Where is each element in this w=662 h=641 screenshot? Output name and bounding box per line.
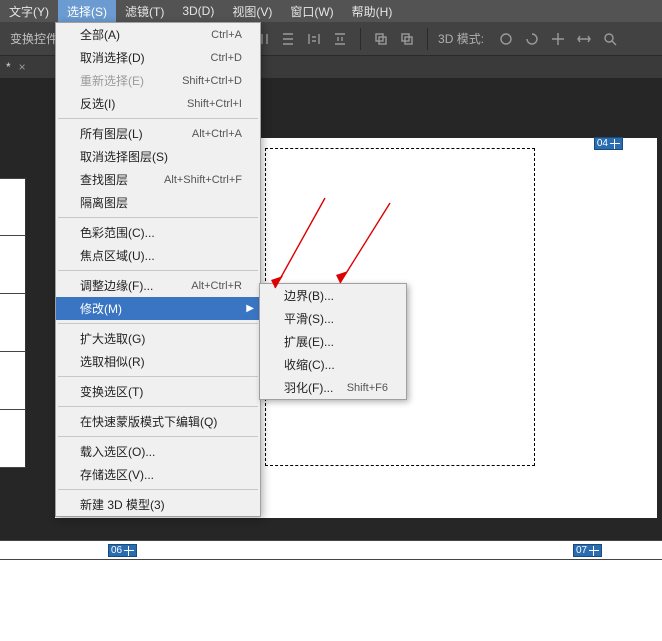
menu-separator: [58, 217, 258, 218]
menu-deselect-layers[interactable]: 取消选择图层(S): [56, 145, 260, 168]
menu-transform-selection[interactable]: 变换选区(T): [56, 380, 260, 403]
mode3d-icons: [496, 29, 620, 49]
slice-marker-06[interactable]: 06: [108, 544, 137, 557]
mode3d-rotate-icon[interactable]: [522, 29, 542, 49]
menu-modify[interactable]: 修改(M)▶: [56, 297, 260, 320]
slice-number: 07: [576, 545, 587, 556]
submenu-expand[interactable]: 扩展(E)...: [260, 330, 406, 353]
menu-refine-edge[interactable]: 调整边缘(F)...Alt+Ctrl+R: [56, 274, 260, 297]
toolbar-separator: [427, 28, 428, 50]
bottom-ruler-area: 06 07: [0, 540, 662, 641]
menu-load-selection[interactable]: 载入选区(O)...: [56, 440, 260, 463]
menu-separator: [58, 406, 258, 407]
menu-save-selection[interactable]: 存储选区(V)...: [56, 463, 260, 486]
modify-submenu: 边界(B)... 平滑(S)... 扩展(E)... 收缩(C)... 羽化(F…: [259, 283, 407, 400]
submenu-contract[interactable]: 收缩(C)...: [260, 353, 406, 376]
annotation-arrow: [265, 190, 335, 300]
menu-help[interactable]: 帮助(H): [343, 0, 402, 22]
send-backward-icon[interactable]: [397, 29, 417, 49]
mode3d-slide-icon[interactable]: [574, 29, 594, 49]
thumb-cell[interactable]: [0, 294, 26, 352]
distribute-v-icon[interactable]: [278, 29, 298, 49]
menu-isolate-layers[interactable]: 隔离图层: [56, 191, 260, 214]
thumb-cell[interactable]: [0, 178, 26, 236]
distribute-group: [248, 29, 354, 49]
slice-number: 04: [597, 138, 608, 149]
bring-forward-icon[interactable]: [371, 29, 391, 49]
menu-grow[interactable]: 扩大选取(G): [56, 327, 260, 350]
menu-new-3d-model[interactable]: 新建 3D 模型(3): [56, 493, 260, 516]
menu-all[interactable]: 全部(A)Ctrl+A: [56, 23, 260, 46]
thumb-cell[interactable]: [0, 236, 26, 294]
tab-close-icon[interactable]: ×: [19, 60, 26, 74]
menu-focus-area[interactable]: 焦点区域(U)...: [56, 244, 260, 267]
slice-number: 06: [111, 545, 122, 556]
menu-color-range[interactable]: 色彩范围(C)...: [56, 221, 260, 244]
menu-separator: [58, 270, 258, 271]
submenu-arrow-icon: ▶: [246, 303, 254, 314]
ruler-line: [0, 559, 662, 560]
mode3d-label: 3D 模式:: [434, 30, 488, 47]
menu-find-layers[interactable]: 查找图层Alt+Shift+Ctrl+F: [56, 168, 260, 191]
slice-icon: [589, 546, 599, 556]
menu-separator: [58, 376, 258, 377]
menu-window[interactable]: 窗口(W): [281, 0, 342, 22]
mode3d-pan-icon[interactable]: [548, 29, 568, 49]
submenu-smooth[interactable]: 平滑(S)...: [260, 307, 406, 330]
menu-3d[interactable]: 3D(D): [173, 0, 223, 22]
main-menubar: 文字(Y) 选择(S) 滤镜(T) 3D(D) 视图(V) 窗口(W) 帮助(H…: [0, 0, 662, 22]
slice-marker-07[interactable]: 07: [573, 544, 602, 557]
thumb-cell[interactable]: [0, 410, 26, 468]
menu-deselect[interactable]: 取消选择(D)Ctrl+D: [56, 46, 260, 69]
menu-separator: [58, 118, 258, 119]
menu-separator: [58, 489, 258, 490]
distribute-spacing-v-icon[interactable]: [330, 29, 350, 49]
left-thumb-stack: [0, 178, 26, 468]
menu-all-layers[interactable]: 所有图层(L)Alt+Ctrl+A: [56, 122, 260, 145]
menu-separator: [58, 323, 258, 324]
thumb-cell[interactable]: [0, 352, 26, 410]
menu-quickmask[interactable]: 在快速蒙版模式下编辑(Q): [56, 410, 260, 433]
slice-marker-04[interactable]: 04: [594, 137, 623, 150]
menu-inverse[interactable]: 反选(I)Shift+Ctrl+I: [56, 92, 260, 115]
distribute-spacing-h-icon[interactable]: [304, 29, 324, 49]
menu-view[interactable]: 视图(V): [223, 0, 281, 22]
arrange-group: [367, 29, 421, 49]
annotation-arrow: [330, 195, 400, 295]
select-menu-dropdown: 全部(A)Ctrl+A 取消选择(D)Ctrl+D 重新选择(E)Shift+C…: [55, 22, 261, 517]
slice-icon: [124, 546, 134, 556]
menu-separator: [58, 436, 258, 437]
menu-similar[interactable]: 选取相似(R): [56, 350, 260, 373]
menu-text[interactable]: 文字(Y): [0, 0, 58, 22]
toolbar-separator: [360, 28, 361, 50]
slice-icon: [610, 139, 620, 149]
mode3d-orbit-icon[interactable]: [496, 29, 516, 49]
menu-reselect: 重新选择(E)Shift+Ctrl+D: [56, 69, 260, 92]
submenu-feather[interactable]: 羽化(F)...Shift+F6: [260, 376, 406, 399]
menu-select[interactable]: 选择(S): [58, 0, 116, 22]
tab-dirty-star: *: [6, 60, 11, 74]
menu-filter[interactable]: 滤镜(T): [116, 0, 173, 22]
mode3d-zoom-icon[interactable]: [600, 29, 620, 49]
